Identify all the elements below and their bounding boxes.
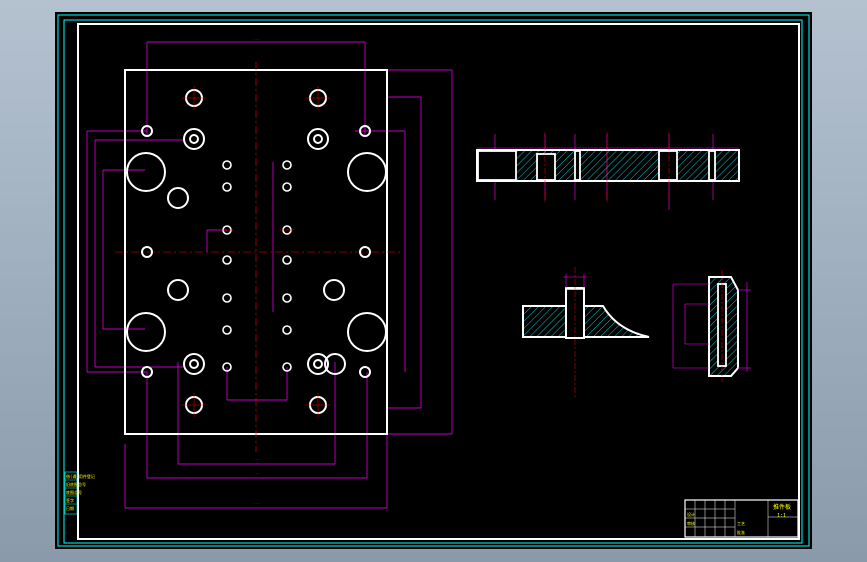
stamp-label: 借(通)用件登记 xyxy=(66,473,95,479)
detail-profile xyxy=(522,305,650,338)
drawing-scale: 1:1 xyxy=(777,513,786,519)
medium-hole xyxy=(323,279,345,301)
counterbore-inner xyxy=(189,134,199,144)
side-view xyxy=(672,270,751,382)
detail-view xyxy=(522,267,650,397)
svg-text:···: ··· xyxy=(253,472,259,476)
plan-holes xyxy=(126,89,387,414)
plan-dimensions xyxy=(86,41,453,509)
ejector-holes xyxy=(222,160,292,372)
svg-text:···: ··· xyxy=(253,38,259,42)
drawing-sheet: 借(通)用件登记 旧底图总号 底图总号 签字 日期 ··· ··· ··· ··… xyxy=(55,12,812,549)
drawing-title: 推件板 xyxy=(773,503,791,511)
plan-view: ··· ··· ··· ··· xyxy=(86,38,453,509)
title-block-label: 设计 xyxy=(687,511,695,517)
stamp-label: 签字 xyxy=(66,497,74,503)
large-bore xyxy=(347,312,387,352)
title-block: 推件板 1:1 设计 审核 工艺 批准 xyxy=(684,499,799,538)
cad-drawing: 借(通)用件登记 旧底图总号 底图总号 签字 日期 ··· ··· ··· ··… xyxy=(57,14,810,547)
medium-hole xyxy=(167,187,189,209)
large-bore xyxy=(126,152,166,192)
svg-text:···: ··· xyxy=(253,502,259,506)
large-bore xyxy=(126,312,166,352)
stamp-label: 日期 xyxy=(66,505,74,511)
stamp-label: 底图总号 xyxy=(66,489,82,495)
stamp-label: 旧底图总号 xyxy=(66,481,86,487)
svg-text:···: ··· xyxy=(253,458,259,462)
counterbore-hole xyxy=(183,128,205,150)
counterbore-hole xyxy=(183,353,205,375)
counterbore-inner xyxy=(313,359,323,369)
small-hole xyxy=(359,366,371,378)
plan-centerlines xyxy=(115,62,400,452)
section-view xyxy=(476,132,740,210)
medium-hole xyxy=(167,279,189,301)
title-block-label: 工艺 xyxy=(737,521,745,526)
counterbore-inner xyxy=(189,359,199,369)
large-bore xyxy=(347,152,387,192)
side-stamp: 借(通)用件登记 旧底图总号 底图总号 签字 日期 xyxy=(64,471,95,515)
counterbore-inner xyxy=(313,134,323,144)
counterbore-hole xyxy=(307,128,329,150)
outer-border xyxy=(57,14,810,547)
title-block-label: 审核 xyxy=(687,520,695,526)
title-block-label: 批准 xyxy=(737,529,745,535)
